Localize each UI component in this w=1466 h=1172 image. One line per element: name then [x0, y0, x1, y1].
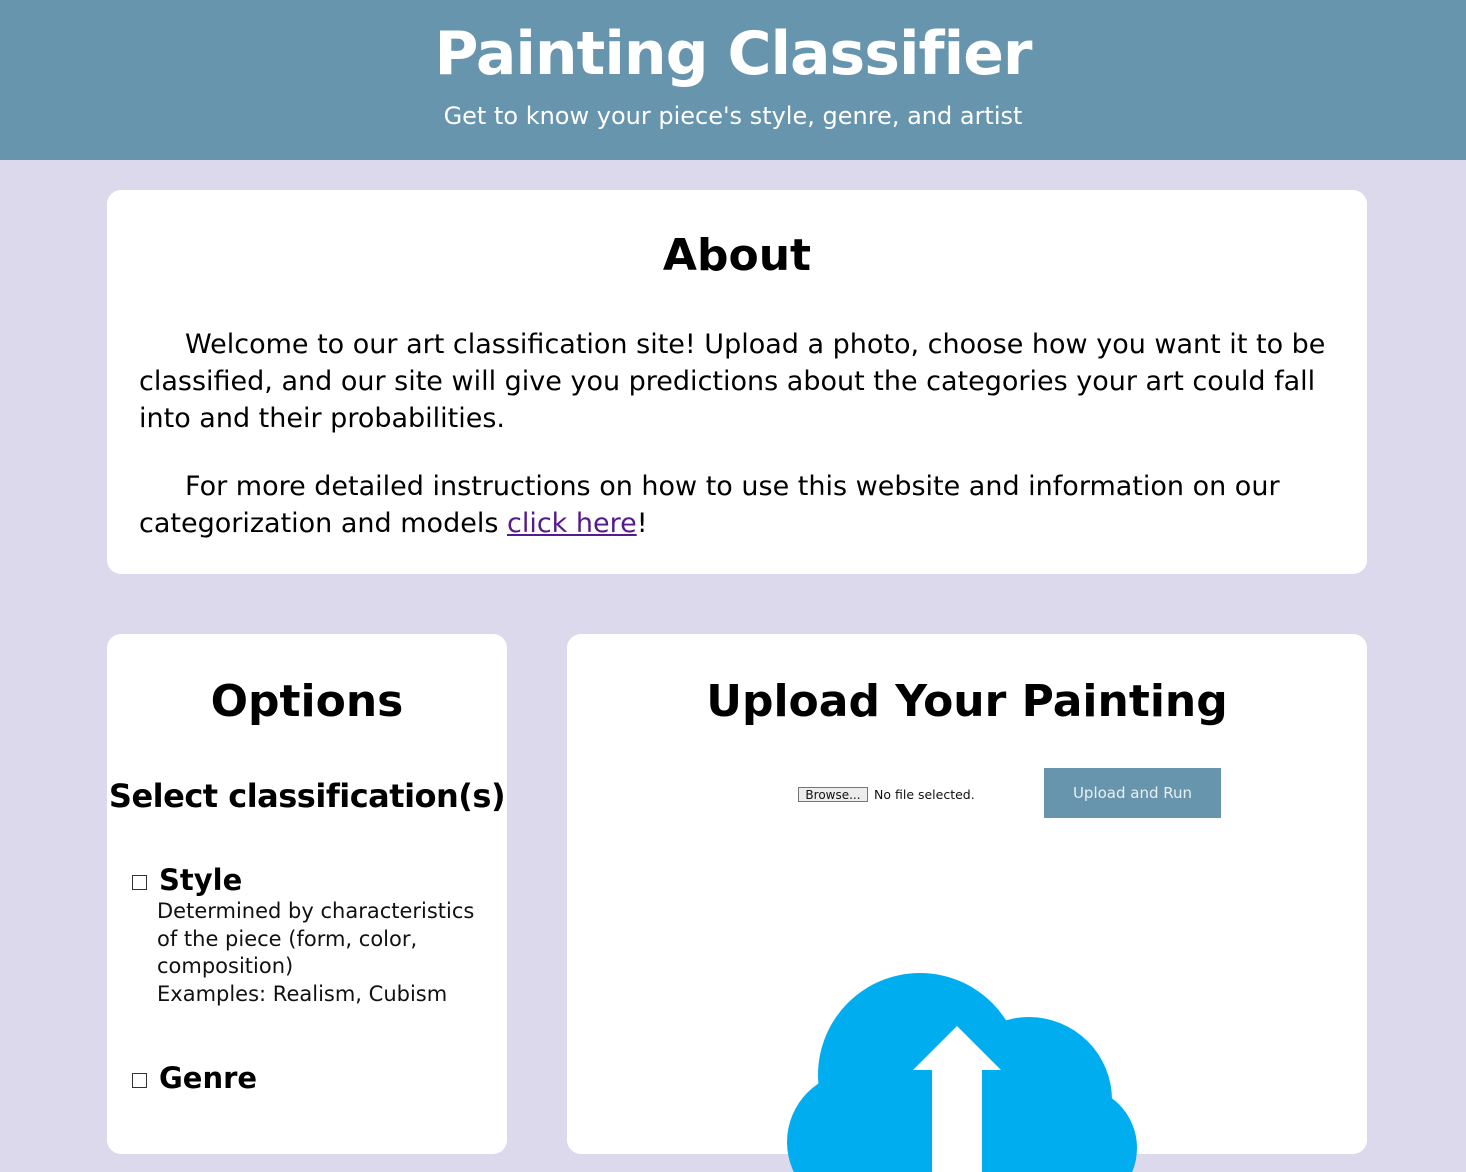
style-examples: Examples: Realism, Cubism	[157, 981, 448, 1006]
genre-label: Genre	[159, 1061, 258, 1095]
browse-button[interactable]: Browse...	[798, 787, 868, 802]
option-genre: Genre	[129, 1060, 489, 1096]
file-status: No file selected.	[874, 787, 975, 802]
site-title: Painting Classifier	[434, 19, 1033, 89]
about-paragraph-instructions: For more detailed instructions on how to…	[139, 468, 1339, 542]
option-style: Style Determined by characteristics of t…	[129, 862, 489, 1008]
upload-and-run-button[interactable]: Upload and Run	[1044, 768, 1221, 818]
classification-heading: Select classification(s)	[108, 777, 506, 815]
site-subtitle: Get to know your piece's style, genre, a…	[443, 102, 1023, 130]
upload-title: Upload Your Painting	[706, 676, 1228, 727]
upload-card: Upload Your Painting Browse... No file s…	[567, 634, 1367, 1172]
options-title: Options	[210, 676, 404, 727]
about-paragraph-welcome: Welcome to our art classification site! …	[139, 329, 1326, 434]
about-instructions-end: !	[636, 508, 648, 539]
instructions-link[interactable]: click here	[507, 508, 637, 539]
style-description: Determined by characteristics of the pie…	[157, 899, 475, 978]
about-instructions-text: For more detailed instructions on how to…	[139, 471, 1280, 539]
genre-checkbox[interactable]	[132, 1072, 147, 1088]
about-title: About	[662, 230, 812, 281]
style-label: Style	[159, 863, 243, 897]
style-checkbox[interactable]	[132, 874, 147, 890]
cloud-upload-icon[interactable]	[785, 952, 1137, 1172]
options-card: Options Select classification(s) Style D…	[107, 634, 507, 1154]
site-header: Painting Classifier Get to know your pie…	[0, 0, 1466, 160]
about-card: About Welcome to our art classification …	[107, 190, 1367, 574]
